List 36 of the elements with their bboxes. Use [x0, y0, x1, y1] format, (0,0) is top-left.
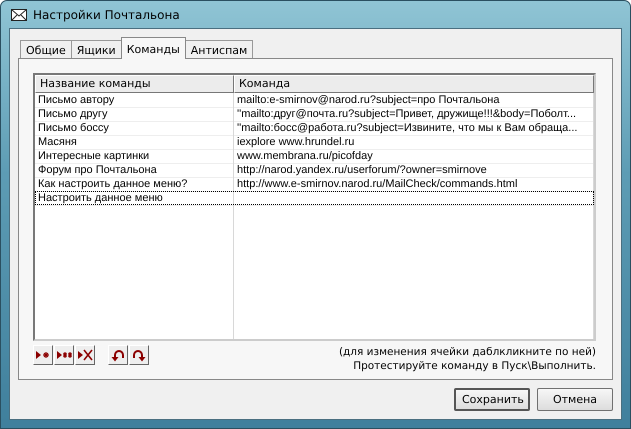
table-cell: http://www.e-smirnov.narod.ru/MailCheck/commands.html — [234, 177, 594, 192]
table-cell: Форум про Почтальона — [35, 163, 234, 178]
triangle-stars-icon — [56, 350, 72, 360]
dialog-button[interactable]: Сохранить — [454, 388, 530, 411]
table-cell: Масяня — [35, 135, 234, 150]
toolbar-button[interactable] — [108, 345, 128, 365]
table-cell: ''mailto:босс@работа.ru?subject=Извините, что мы к Вам обраща... — [234, 121, 594, 136]
column-header[interactable]: Команда — [234, 75, 594, 93]
column-header[interactable]: Название команды — [35, 75, 234, 93]
envelope-icon — [11, 8, 27, 20]
tab[interactable]: Общие — [20, 40, 72, 59]
hint-text: (для изменения ячейки даблкликните по ней) — [338, 345, 596, 359]
table-cell: iexplore www.hrundel.ru — [234, 135, 594, 150]
hint-text: Протестируйте команду в Пуск\Выполнить. — [352, 359, 596, 373]
table-cell: mailto:e-smirnov@narod.ru?subject=про Почтальона — [234, 93, 594, 108]
toolbar-button[interactable] — [75, 345, 95, 365]
table-cell: www.membrana.ru/picofday — [234, 149, 594, 164]
table-cell: Интересные картинки — [35, 149, 234, 164]
table-cell: Как настроить данное меню? — [35, 177, 234, 192]
table-cell: Письмо автору — [35, 93, 234, 108]
toolbar-button[interactable] — [129, 345, 149, 365]
toolbar-button[interactable] — [54, 345, 74, 365]
table-cell: Настроить данное меню — [35, 191, 234, 206]
table-cell: Письмо боссу — [35, 121, 234, 136]
table-cell: Письмо другу — [35, 107, 234, 122]
triangle-star-icon — [35, 350, 51, 360]
triangle-cross-icon — [77, 349, 93, 361]
dialog-button[interactable]: Отмена — [537, 388, 613, 411]
redo-icon — [132, 348, 146, 362]
window-title: Настройки Почтальона — [33, 8, 180, 22]
toolbar-button[interactable] — [33, 345, 53, 365]
tab[interactable]: Команды — [120, 37, 186, 59]
undo-icon — [111, 348, 125, 362]
tab[interactable]: Антиспам — [184, 40, 254, 59]
table-cell: ''mailto:друг@почта.ru?subject=Привет, дружище!!!&body=Поболт... — [234, 107, 594, 122]
table-cell: http://narod.yandex.ru/userforum/?owner=smirnove — [234, 163, 594, 178]
